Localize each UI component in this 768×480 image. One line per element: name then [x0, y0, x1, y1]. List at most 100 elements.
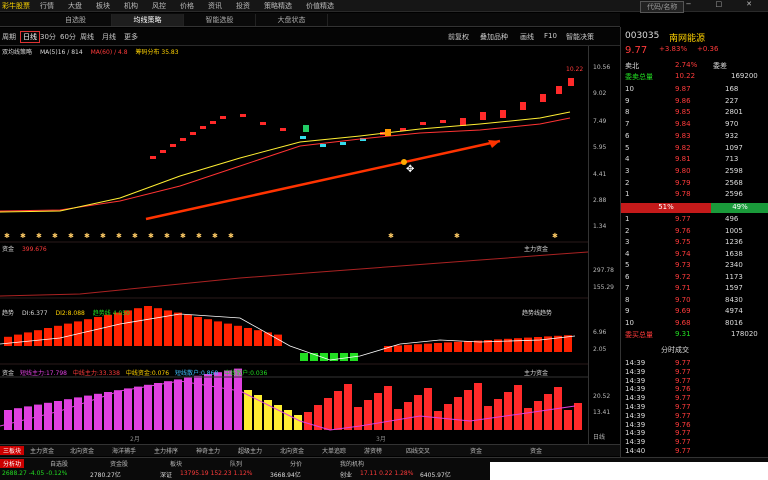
status-tab[interactable]: 板块 — [170, 459, 182, 468]
indicator-tab[interactable]: 四线交叉 — [406, 446, 430, 455]
indicator-tab[interactable]: 神奇主力 — [196, 446, 220, 455]
overlay-button[interactable]: 叠加品种 — [480, 32, 508, 42]
bid-row[interactable]: 7 9.71 1597 — [621, 284, 768, 295]
trend-bar — [300, 353, 308, 361]
bid-row[interactable]: 2 9.76 1005 — [621, 227, 768, 238]
period-60m[interactable]: 60分 — [60, 32, 76, 42]
legend-short-retail: 短线散户:0.868 — [174, 370, 219, 377]
ask-row[interactable]: 9 9.86 227 — [621, 97, 768, 108]
ask-row[interactable]: 6 9.83 932 — [621, 132, 768, 143]
menu-item[interactable]: 价值精选 — [306, 1, 334, 11]
taskbar — [490, 462, 768, 480]
period-month[interactable]: 月线 — [102, 32, 116, 42]
bid-row-cell: 3 — [625, 238, 630, 246]
bid-row-cell: 4 — [625, 249, 630, 258]
maximize-icon[interactable]: □ — [716, 0, 723, 8]
menu-bar: 彩牛股票 行情 大盘 板块 机构 风控 价格 资讯 投资 策略精选 价值精选 代… — [0, 0, 768, 13]
indicator-tab[interactable]: 主力排序 — [154, 446, 178, 455]
bid-row[interactable]: 1 9.77 496 — [621, 215, 768, 226]
period-day[interactable]: 日线 — [20, 31, 40, 43]
indicator-tab[interactable]: 三板块 — [0, 446, 25, 455]
indicator-tab[interactable]: 资金 — [530, 446, 542, 455]
ask-row[interactable]: 7 9.84 970 — [621, 120, 768, 131]
tab-market-status[interactable]: 大盘状态 — [256, 14, 328, 26]
ask-row-cell: 7 — [625, 120, 630, 129]
bid-row[interactable]: 4 9.74 1638 — [621, 250, 768, 261]
close-icon[interactable]: ✕ — [746, 0, 752, 8]
indicator-tab[interactable]: 大单追踪 — [322, 446, 346, 455]
index1-quote: 2688.27 -4.05 -0.12% — [2, 470, 68, 477]
indicator-tab[interactable]: 主力资金 — [30, 446, 54, 455]
menu-item[interactable]: 行情 — [40, 1, 54, 11]
tab-strategy[interactable]: 均线策略 — [112, 14, 184, 26]
f10-button[interactable]: F10 — [544, 32, 557, 40]
capital-bar — [504, 392, 512, 430]
bid-row[interactable]: 3 9.75 1236 — [621, 238, 768, 249]
status-tab[interactable]: 自选股 — [50, 459, 68, 468]
ask-row[interactable]: 3 9.80 2598 — [621, 167, 768, 178]
minimize-icon[interactable]: − — [686, 0, 692, 8]
smart-decision-button[interactable]: 智能决策 — [566, 32, 594, 42]
menu-item[interactable]: 风控 — [152, 1, 166, 11]
menu-item[interactable]: 机构 — [124, 1, 138, 11]
ask-row[interactable]: 1 9.78 2596 — [621, 190, 768, 201]
bid-row[interactable]: 5 9.73 2340 — [621, 261, 768, 272]
trend-bar — [84, 319, 92, 346]
index2-volume: 3668.94亿 — [270, 472, 301, 479]
ask-row[interactable]: 5 9.82 1097 — [621, 144, 768, 155]
trend-bar — [214, 321, 222, 346]
bid-row[interactable]: 9 9.69 4974 — [621, 307, 768, 318]
status-tab[interactable]: 队列 — [230, 459, 242, 468]
sell-header: 卖北 2.74% 委差 — [621, 61, 768, 72]
tab-watchlist[interactable]: 自选股 — [40, 14, 112, 26]
search-input[interactable]: 代码/名称 — [640, 1, 685, 13]
ask-row[interactable]: 10 9.87 168 — [621, 85, 768, 96]
bid-row-cell: 7 — [625, 284, 630, 292]
bid-row[interactable]: 8 9.70 8430 — [621, 296, 768, 307]
period-more[interactable]: 更多 — [124, 32, 138, 42]
trend-bar — [54, 325, 62, 346]
ask-row[interactable]: 4 9.81 713 — [621, 155, 768, 166]
status-tab[interactable]: 我的机构 — [340, 459, 364, 468]
candle — [340, 142, 346, 145]
adjust-button[interactable]: 前复权 — [448, 32, 469, 42]
trend-bar — [274, 334, 282, 346]
trend-bar — [44, 328, 52, 346]
ask-row[interactable]: 8 9.85 2801 — [621, 108, 768, 119]
indicator-tab[interactable]: 超级主力 — [238, 446, 262, 455]
status-tab[interactable]: 分价 — [290, 459, 302, 468]
trend-bar — [14, 334, 22, 346]
bid-row[interactable]: 6 9.72 1173 — [621, 273, 768, 284]
draw-button[interactable]: 画线 — [520, 32, 534, 42]
indicator-tab[interactable]: 海洋捕手 — [112, 446, 136, 455]
menu-item[interactable]: 价格 — [180, 1, 194, 11]
indicator-tab[interactable]: 资金 — [470, 446, 482, 455]
ticks-title[interactable]: 分时成交 — [661, 345, 689, 355]
indicator-tab[interactable]: 北向资金 — [280, 446, 304, 455]
bid-row-cell: 9.70 — [675, 295, 691, 304]
indicator-tab[interactable]: 北向资金 — [70, 446, 94, 455]
indicator-tab[interactable]: 游资榜 — [364, 446, 382, 455]
trend-bar — [94, 317, 102, 346]
menu-item[interactable]: 资讯 — [208, 1, 222, 11]
period-week[interactable]: 周线 — [80, 32, 94, 42]
x-label-feb: 2月 — [130, 436, 140, 443]
trend-bar — [114, 312, 122, 346]
capital-bar — [404, 402, 412, 430]
capital-bar — [184, 377, 192, 430]
status-tab[interactable]: 分析功 — [0, 459, 25, 468]
status-tab[interactable]: 资金股 — [110, 459, 128, 468]
menu-item[interactable]: 板块 — [96, 1, 110, 11]
legend-chip: 筹码分布 35.83 — [135, 49, 179, 56]
bid-row-cell: 4974 — [725, 307, 743, 315]
menu-item[interactable]: 策略精选 — [264, 1, 292, 11]
period-30m[interactable]: 30分 — [40, 32, 56, 42]
y-tick: 7.49 — [593, 118, 607, 125]
tab-smart-select[interactable]: 智能选股 — [184, 14, 256, 26]
menu-item[interactable]: 投资 — [236, 1, 250, 11]
menu-item[interactable]: 大盘 — [68, 1, 82, 11]
indicator-tabs: 三板块 主力资金 北向资金 海洋捕手 主力排序 神奇主力 超级主力 北向资金 大… — [0, 444, 620, 456]
ask-row[interactable]: 2 9.79 2568 — [621, 179, 768, 190]
bid-row[interactable]: 10 9.68 8016 — [621, 319, 768, 330]
kline-chart[interactable]: ✥ ✱ ✱ ✱ ✱ ✱ ✱ ✱ ✱ ✱ ✱ ✱ ✱ ✱ ✱ ✱ ✱ ✱ ✱ 双均线策略 MA(5)16 / 814… — [0, 46, 620, 444]
